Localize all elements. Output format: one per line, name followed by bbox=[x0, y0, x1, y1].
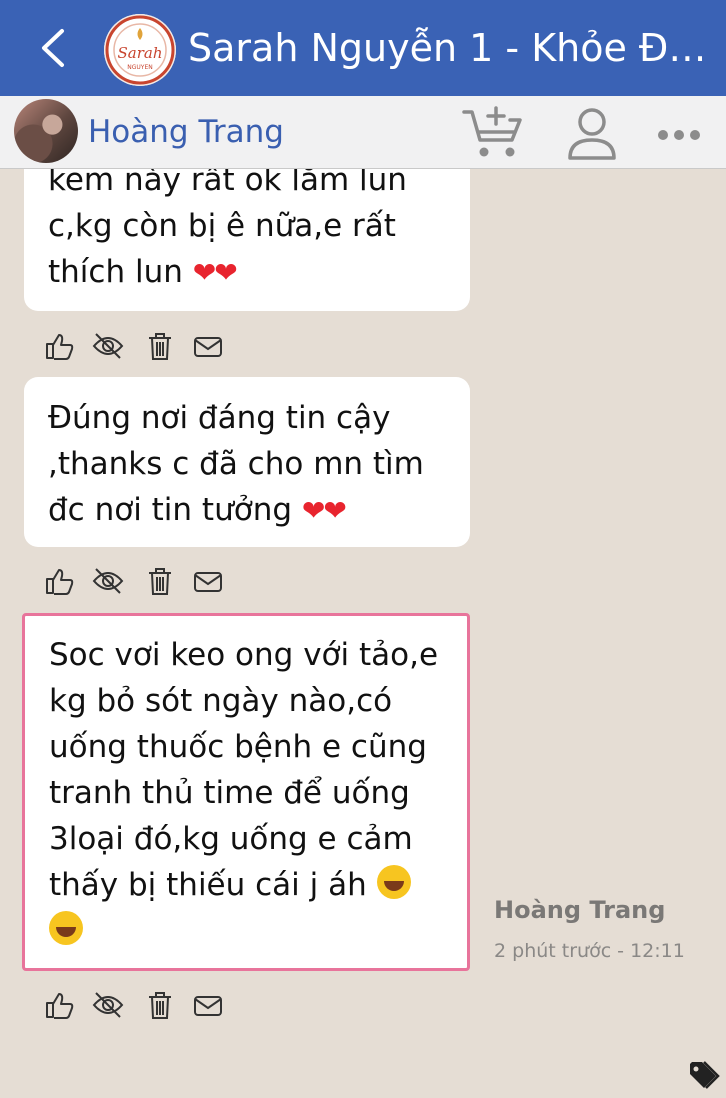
hide-eye-icon[interactable] bbox=[92, 565, 124, 597]
message-actions bbox=[44, 330, 224, 362]
message-bubble[interactable]: kem này rất ok lắm lun c,kg còn bị ê nữa… bbox=[24, 169, 470, 311]
top-bar: Sarah NGUYEN Sarah Nguyễn 1 - Khỏe Đẹp C… bbox=[0, 0, 726, 96]
heart-emoji: ❤❤ bbox=[301, 494, 347, 527]
back-arrow-icon[interactable] bbox=[36, 28, 70, 68]
message-sender[interactable]: Hoàng Trang bbox=[494, 893, 665, 927]
page-title[interactable]: Sarah Nguyễn 1 - Khỏe Đẹp Cùng Sarah bbox=[188, 22, 724, 74]
message-icon[interactable] bbox=[192, 989, 224, 1021]
page-logo[interactable]: Sarah NGUYEN bbox=[104, 14, 176, 86]
logo-image: Sarah NGUYEN bbox=[105, 15, 175, 85]
like-icon[interactable] bbox=[44, 565, 76, 597]
message-list[interactable]: kem này rất ok lắm lun c,kg còn bị ê nữa… bbox=[0, 169, 726, 1098]
hide-eye-icon[interactable] bbox=[92, 330, 124, 362]
like-icon[interactable] bbox=[44, 330, 76, 362]
person-icon[interactable] bbox=[566, 106, 618, 162]
delete-icon[interactable] bbox=[144, 989, 176, 1021]
more-icon[interactable] bbox=[656, 126, 702, 144]
tag-icon[interactable] bbox=[688, 1060, 720, 1092]
svg-text:Sarah: Sarah bbox=[118, 44, 163, 62]
like-icon[interactable] bbox=[44, 989, 76, 1021]
svg-text:NGUYEN: NGUYEN bbox=[127, 64, 152, 71]
cart-plus-icon[interactable] bbox=[462, 104, 524, 162]
message-text: Soc vơi keo ong với tảo,e kg bỏ sót ngày… bbox=[49, 637, 439, 903]
avatar[interactable] bbox=[14, 99, 78, 163]
message-icon[interactable] bbox=[192, 565, 224, 597]
hide-eye-icon[interactable] bbox=[92, 989, 124, 1021]
message-actions bbox=[44, 565, 224, 597]
delete-icon[interactable] bbox=[144, 330, 176, 362]
message-timestamp: 2 phút trước - 12:11 bbox=[494, 940, 685, 962]
laughing-emoji bbox=[376, 865, 411, 899]
message-bubble[interactable]: Đúng nơi đáng tin cậy ,thanks c đã cho m… bbox=[24, 377, 470, 547]
message-text: Đúng nơi đáng tin cậy ,thanks c đã cho m… bbox=[48, 400, 424, 528]
conversation-user-name[interactable]: Hoàng Trang bbox=[88, 110, 284, 154]
highlighted-message-bubble[interactable]: Soc vơi keo ong với tảo,e kg bỏ sót ngày… bbox=[22, 613, 470, 971]
laughing-emoji bbox=[49, 911, 83, 945]
message-icon[interactable] bbox=[192, 330, 224, 362]
message-actions bbox=[44, 989, 224, 1021]
delete-icon[interactable] bbox=[144, 565, 176, 597]
heart-emoji: ❤❤ bbox=[192, 256, 238, 289]
